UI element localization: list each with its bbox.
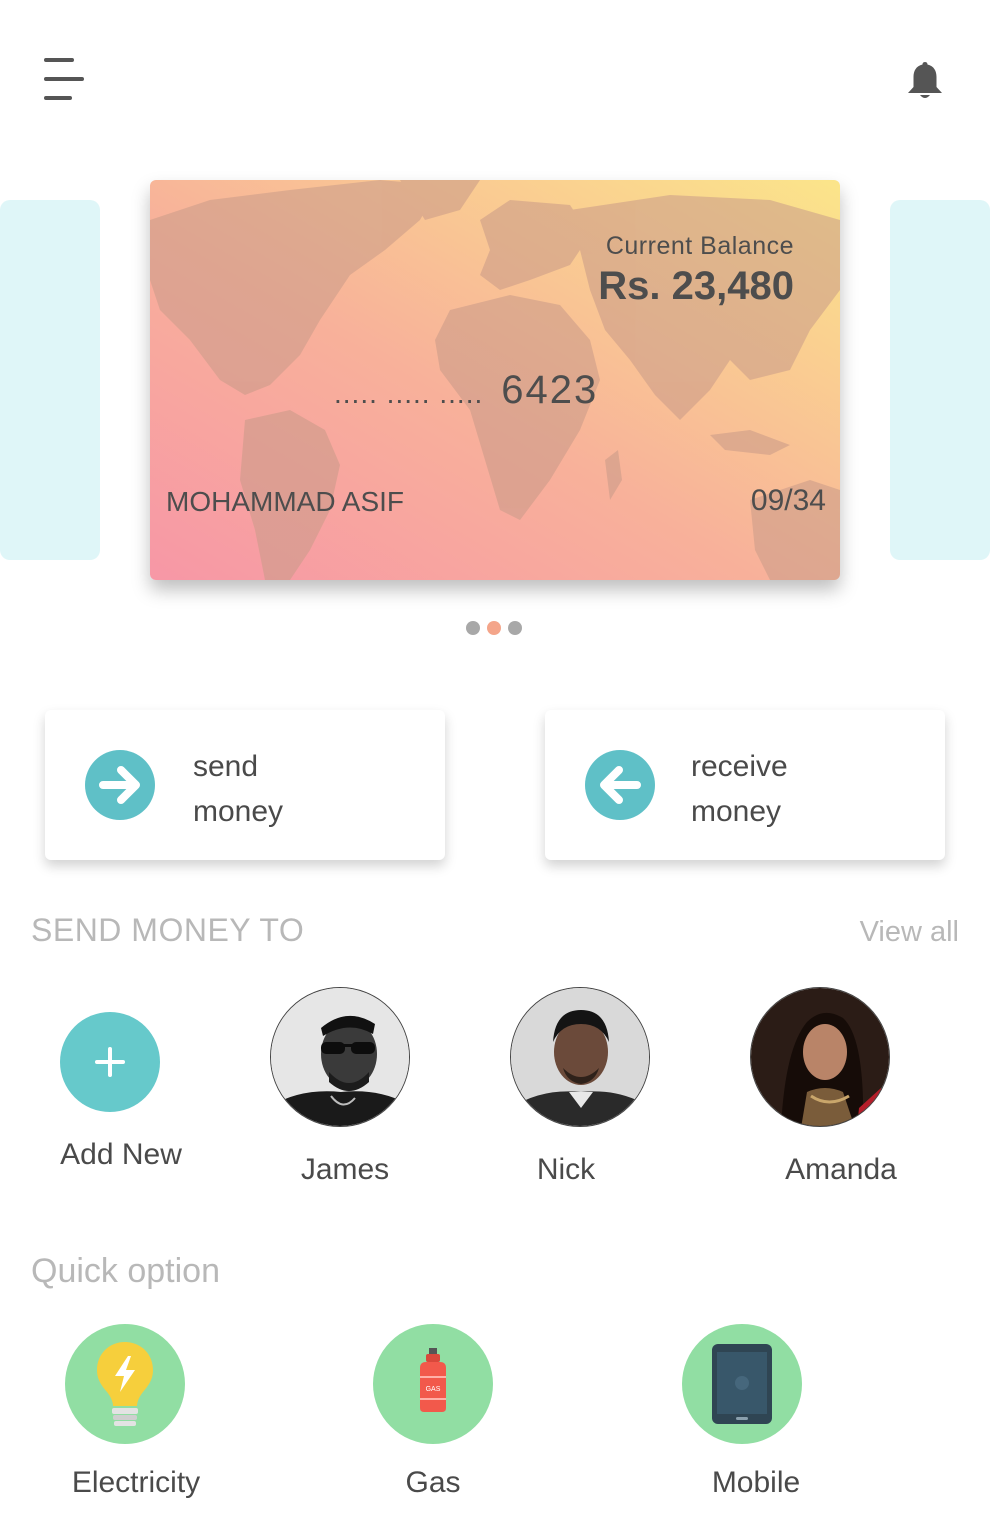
add-new-label: Add New: [60, 1138, 182, 1171]
mobile-label: Mobile: [711, 1466, 801, 1499]
contact-avatar-nick[interactable]: [510, 987, 650, 1127]
pager-dot-active[interactable]: [487, 621, 501, 635]
send-money-button[interactable]: send money: [45, 710, 445, 860]
next-card-preview[interactable]: [890, 200, 990, 560]
send-money-label: send money: [193, 744, 283, 834]
mobile-phone-icon: [712, 1344, 772, 1424]
contact-name-amanda[interactable]: Amanda: [741, 1153, 941, 1187]
gas-label: Gas: [405, 1466, 461, 1499]
electricity-label: Electricity: [71, 1466, 201, 1499]
previous-card-preview[interactable]: [0, 200, 100, 560]
arrow-left-icon: [585, 750, 655, 820]
gas-cylinder-icon: GAS: [420, 1348, 446, 1412]
electricity-option-button[interactable]: [65, 1324, 185, 1444]
pager-dot[interactable]: [466, 621, 480, 635]
current-balance-value: Rs. 23,480: [598, 264, 794, 308]
gas-option-button[interactable]: GAS: [373, 1324, 493, 1444]
current-balance-label: Current Balance: [605, 232, 794, 260]
card-carousel-pager: [466, 621, 522, 635]
arrow-right-icon: [85, 750, 155, 820]
receive-money-label-line2: money: [691, 795, 782, 828]
svg-text:GAS: GAS: [426, 1386, 441, 1393]
pager-dot[interactable]: [508, 621, 522, 635]
contact-name-james[interactable]: James: [245, 1153, 445, 1187]
hamburger-menu-icon[interactable]: [44, 58, 86, 102]
send-money-label-line2: money: [193, 795, 284, 828]
light-bulb-icon: [97, 1342, 153, 1426]
card-holder-name: MOHAMMAD ASIF: [166, 486, 405, 517]
balance-card[interactable]: Current Balance Rs. 23,480 ..... ..... .…: [150, 180, 840, 580]
contact-name-nick[interactable]: Nick: [466, 1153, 666, 1187]
contact-avatar-james[interactable]: [270, 987, 410, 1127]
receive-money-label-line1: receive: [691, 750, 788, 783]
quick-option-title: Quick option: [31, 1252, 220, 1290]
masked-card-digits: ..... ..... .....: [334, 378, 484, 409]
mobile-option-button[interactable]: [682, 1324, 802, 1444]
receive-money-label: receive money: [691, 744, 788, 834]
send-money-label-line1: send: [193, 750, 259, 783]
plus-icon[interactable]: [60, 1012, 160, 1112]
contact-avatar-amanda[interactable]: [750, 987, 890, 1127]
bell-icon[interactable]: [903, 58, 947, 102]
card-last-digits: 6423: [501, 368, 599, 412]
view-all-link[interactable]: View all: [860, 916, 959, 949]
card-expiry: 09/34: [750, 484, 826, 517]
card-number: ..... ..... ..... 6423: [334, 368, 598, 413]
send-money-to-title: SEND MONEY TO: [31, 912, 305, 948]
receive-money-button[interactable]: receive money: [545, 710, 945, 860]
